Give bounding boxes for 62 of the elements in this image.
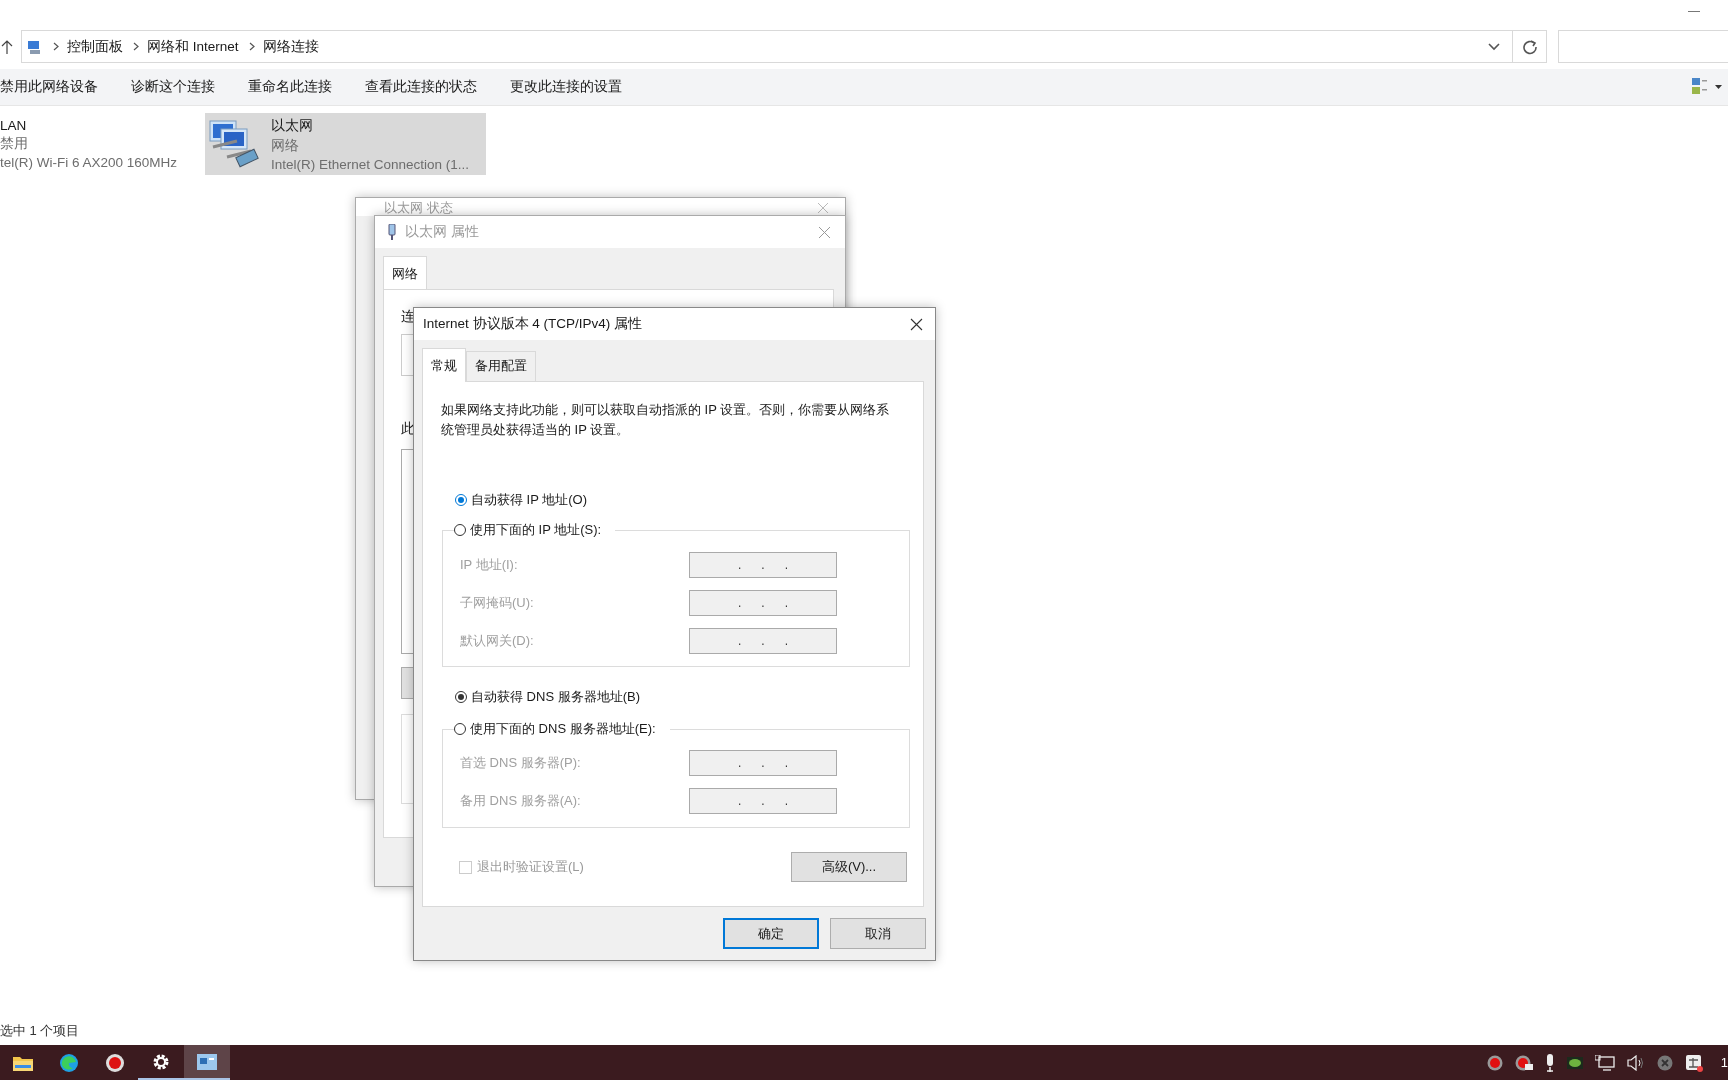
volume-icon[interactable] — [1626, 1054, 1645, 1071]
radio-button[interactable] — [454, 524, 466, 536]
record-icon[interactable] — [1486, 1054, 1503, 1071]
clock-text: 1 — [1720, 1055, 1728, 1070]
radio-button[interactable] — [455, 691, 467, 703]
field-label: 默认网关(D): — [460, 632, 535, 650]
status-text: 选中 1 个项目 — [0, 1022, 80, 1040]
tab[interactable]: 网络 — [383, 256, 427, 290]
window-title: 以太网 属性 — [405, 223, 479, 241]
cancel-button[interactable]: 取消 — [830, 918, 926, 949]
record-window-icon[interactable] — [1514, 1054, 1533, 1071]
command-button[interactable]: 禁用此网络设备 — [0, 78, 98, 96]
advanced-button[interactable]: 高级(V)... — [791, 852, 907, 882]
breadcrumb-item[interactable]: 网络连接 — [262, 37, 319, 56]
record-icon — [105, 1052, 125, 1073]
breadcrumb-item[interactable]: 控制面板 — [67, 37, 123, 56]
breadcrumb-item[interactable]: 网络和 Internet — [147, 37, 239, 56]
radio-label[interactable]: 自动获得 IP 地址(O) — [471, 491, 588, 509]
view-options-icon[interactable] — [1692, 78, 1708, 96]
chevron-icon — [133, 42, 139, 51]
command-button[interactable]: 更改此连接的设置 — [510, 78, 622, 96]
command-button[interactable]: 诊断这个连接 — [131, 78, 215, 96]
field-label: 备用 DNS 服务器(A): — [460, 792, 582, 810]
radio-label[interactable]: 使用下面的 IP 地址(S): — [470, 521, 602, 539]
gpu-icon[interactable] — [1566, 1056, 1583, 1069]
address-bar[interactable]: 控制面板 网络和 Internet 网络连接 — [21, 30, 1513, 63]
window-title: 以太网 状态 — [384, 199, 453, 217]
search-field[interactable] — [1558, 30, 1728, 63]
radio-label[interactable]: 自动获得 DNS 服务器地址(B) — [471, 688, 640, 706]
dropdown-icon[interactable] — [1488, 42, 1500, 51]
radio-button[interactable] — [454, 723, 466, 735]
command-button[interactable]: 查看此连接的状态 — [365, 78, 477, 96]
keyboard-icon[interactable] — [1684, 1053, 1703, 1072]
field-label: 子网掩码(U): — [460, 594, 535, 612]
close-icon[interactable] — [910, 317, 923, 331]
section-label: 连 — [401, 308, 415, 326]
description-text: 如果网络支持此功能，则可以获取自动指派的 IP 设置。否则，你需要从网络系统管理员处获得适当的 IP 设置。 — [441, 401, 891, 439]
refresh-button[interactable] — [1513, 30, 1547, 63]
field-label: 首选 DNS 服务器(P): — [460, 754, 582, 772]
window-title: Internet 协议版本 4 (TCP/IPv4) 属性 — [423, 315, 643, 333]
close-circle-icon[interactable] — [1656, 1054, 1673, 1071]
computer-icon — [27, 38, 43, 55]
tab[interactable]: 备用配置 — [466, 351, 536, 381]
browser-icon — [59, 1052, 79, 1073]
tab[interactable]: 常规 — [422, 348, 466, 382]
command-button[interactable]: 重命名此连接 — [248, 78, 332, 96]
ok-button[interactable]: 确定 — [723, 918, 819, 949]
radio-button[interactable] — [455, 494, 467, 506]
network-icon[interactable] — [1594, 1054, 1615, 1071]
selected-connection-item[interactable]: 以太网 网络 Intel(R) Ethernet Connection (1... — [205, 113, 486, 175]
refresh-icon — [1521, 38, 1538, 55]
microphone-icon[interactable] — [1544, 1053, 1555, 1072]
field-label: IP 地址(I): — [460, 556, 519, 574]
folder-icon — [13, 1054, 33, 1071]
caret-icon[interactable] — [1715, 85, 1722, 89]
chevron-icon — [53, 42, 59, 51]
chevron-icon — [248, 42, 255, 51]
up-arrow-icon[interactable] — [1, 40, 13, 54]
cable-icon — [387, 224, 397, 240]
window-icon — [197, 1053, 217, 1070]
gear-icon — [152, 1052, 170, 1071]
connection-item[interactable]: LAN 禁用 tel(R) Wi-Fi 6 AX200 160MHz — [0, 113, 190, 175]
